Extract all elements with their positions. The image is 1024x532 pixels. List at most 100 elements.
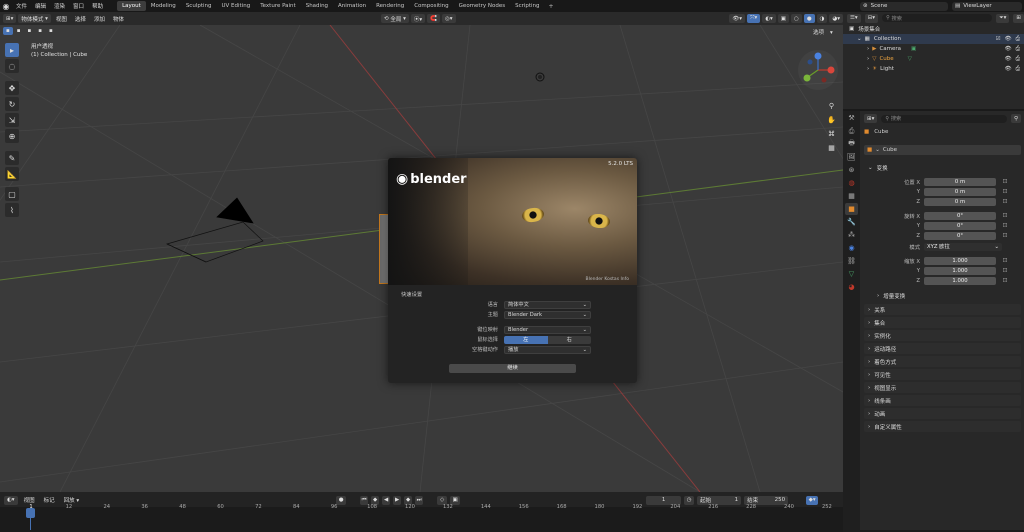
scale-x-field[interactable]: 1.000 bbox=[924, 256, 996, 265]
new-collection-icon[interactable]: ⊞ bbox=[1013, 13, 1024, 23]
mouse-left-button[interactable]: 左 bbox=[504, 335, 548, 344]
snap-button[interactable]: 🧲 bbox=[427, 14, 440, 23]
lock-icon[interactable]: ⊡ bbox=[1000, 257, 1010, 264]
play-icon[interactable]: ▶ bbox=[393, 495, 402, 505]
timeline-menu-view[interactable]: 视图 bbox=[21, 496, 38, 504]
move-tool-icon[interactable]: ✥ bbox=[5, 81, 19, 95]
display-mode-button[interactable]: ⊟▾ bbox=[864, 13, 879, 23]
outliner-cube-row[interactable]: › ▽ Cube ▽ 👁 ⎙ bbox=[843, 54, 1024, 64]
tab-shading[interactable]: Shading bbox=[301, 1, 333, 11]
panel-visibility[interactable]: › 可见性 bbox=[864, 369, 1021, 380]
transform-orientation[interactable]: ⟲ 全局 ▾ bbox=[380, 14, 409, 23]
overlay-button[interactable]: ◐▾ bbox=[762, 14, 776, 23]
select-extend-button[interactable]: ▪ bbox=[13, 27, 24, 35]
constraints-tab-icon[interactable]: ⛓ bbox=[845, 255, 858, 267]
outliner-camera-row[interactable]: › ▶ Camera ▣ 👁 ⎙ bbox=[843, 44, 1024, 54]
tab-compositing[interactable]: Compositing bbox=[409, 1, 453, 11]
rotation-x-field[interactable]: 0° bbox=[924, 211, 996, 220]
tab-scripting[interactable]: Scripting bbox=[510, 1, 544, 11]
data-tab-icon[interactable]: ▽ bbox=[845, 268, 858, 280]
world-tab-icon[interactable]: ◍ bbox=[845, 177, 858, 189]
viewlayer-selector[interactable]: ▤ ViewLayer bbox=[952, 1, 1022, 11]
visibility-button[interactable]: 👁▾ bbox=[729, 14, 746, 23]
shading-rendered-button[interactable]: ◕▾ bbox=[829, 14, 843, 23]
spacebar-select[interactable]: 播放 ⌄ bbox=[504, 345, 591, 354]
rotation-y-field[interactable]: 0° bbox=[924, 221, 996, 230]
blender-logo-icon[interactable]: ◉ bbox=[0, 0, 12, 12]
tool-tab-icon[interactable]: ⚒ bbox=[845, 112, 858, 124]
lock-icon[interactable]: ⊡ bbox=[1000, 178, 1010, 185]
tab-modeling[interactable]: Modeling bbox=[146, 1, 181, 11]
camera-view-icon[interactable]: ⌘ bbox=[826, 128, 837, 139]
scene-selector[interactable]: ⊛ Scene bbox=[860, 1, 948, 11]
menu-help[interactable]: 帮助 bbox=[88, 2, 107, 10]
rotation-z-field[interactable]: 0° bbox=[924, 231, 996, 240]
zoom-icon[interactable]: ⚲ bbox=[826, 100, 837, 111]
timeline-editor-button[interactable]: ◐▾ bbox=[4, 495, 18, 505]
camera-render-icon[interactable]: ⎙ bbox=[1016, 56, 1020, 63]
tab-animation[interactable]: Animation bbox=[333, 1, 371, 11]
outliner-root-row[interactable]: ▣ 场景集合 bbox=[843, 24, 1024, 34]
pivot-button[interactable]: ⦿▾ bbox=[410, 14, 426, 23]
menu-add[interactable]: 添加 bbox=[91, 15, 108, 23]
output-tab-icon[interactable]: 🖶 bbox=[845, 138, 858, 150]
location-x-field[interactable]: 0 m bbox=[924, 177, 996, 186]
modifier-tab-icon[interactable]: 🔧 bbox=[845, 216, 858, 228]
transform-panel-header[interactable]: ⌄ 变换 bbox=[864, 162, 1021, 173]
menu-render[interactable]: 渲染 bbox=[50, 2, 69, 10]
object-tab-icon[interactable]: ■ bbox=[845, 203, 858, 215]
navigation-gizmo[interactable] bbox=[796, 48, 840, 92]
scene-tab-icon[interactable]: ⊛ bbox=[845, 164, 858, 176]
grid-toggle-icon[interactable]: ▦ bbox=[826, 142, 837, 153]
timeline-menu-playback[interactable]: 回放 ▾ bbox=[61, 496, 83, 504]
eye-icon[interactable]: 👁 bbox=[1005, 56, 1012, 62]
shading-wireframe-button[interactable]: ○ bbox=[791, 14, 802, 23]
outliner-search[interactable]: ⚲ 搜索 bbox=[882, 14, 993, 22]
xray-button[interactable]: ▣ bbox=[777, 14, 789, 23]
gizmo-button[interactable]: ⤧▾ bbox=[747, 14, 761, 23]
material-tab-icon[interactable]: ◕ bbox=[845, 281, 858, 293]
lock-icon[interactable]: ⊡ bbox=[1000, 188, 1010, 195]
pan-hand-icon[interactable]: ✋ bbox=[826, 114, 837, 125]
lock-icon[interactable]: ⊡ bbox=[1000, 212, 1010, 219]
lock-icon[interactable]: ⊡ bbox=[1000, 277, 1010, 284]
menu-file[interactable]: 文件 bbox=[12, 2, 31, 10]
panel-motion-paths[interactable]: › 运动路径 bbox=[864, 343, 1021, 354]
tab-sculpting[interactable]: Sculpting bbox=[181, 1, 217, 11]
panel-viewport-display[interactable]: › 视图显示 bbox=[864, 382, 1021, 393]
lock-icon[interactable]: ⊡ bbox=[1000, 222, 1010, 229]
outliner-light-row[interactable]: › ☀ Light 👁 ⎙ bbox=[843, 64, 1024, 74]
outliner-editor-button[interactable]: ☰▾ bbox=[847, 13, 861, 23]
lock-icon[interactable]: ⊡ bbox=[1000, 232, 1010, 239]
eye-icon[interactable]: 👁 bbox=[1005, 66, 1012, 72]
shear-tool-icon[interactable]: ⌇ bbox=[5, 203, 19, 217]
cursor-tool-icon[interactable]: ◌ bbox=[5, 59, 19, 73]
select-new-button[interactable]: ▪ bbox=[3, 27, 13, 35]
panel-relations[interactable]: › 关系 bbox=[864, 304, 1021, 315]
rotate-tool-icon[interactable]: ↻ bbox=[5, 97, 19, 111]
panel-shading[interactable]: › 着色方式 bbox=[864, 356, 1021, 367]
start-frame-field[interactable]: 起始 1 bbox=[697, 495, 742, 505]
record-button[interactable]: ● bbox=[336, 495, 347, 505]
tab-uv-editing[interactable]: UV Editing bbox=[217, 1, 256, 11]
menu-edit[interactable]: 编辑 bbox=[31, 2, 50, 10]
timeline-ruler[interactable]: 1 12 24 36 48 60 72 84 96 108 120 132 144 156 168 180 19… bbox=[0, 504, 843, 530]
tab-rendering[interactable]: Rendering bbox=[371, 1, 409, 11]
properties-editor-button[interactable]: ⊞▾ bbox=[864, 114, 878, 123]
theme-select[interactable]: Blender Dark ⌄ bbox=[504, 310, 591, 319]
keying-set-icon[interactable]: ◆▾ bbox=[806, 495, 819, 505]
object-name-field[interactable]: ■ ⌄ Cube bbox=[864, 145, 1021, 155]
annotate-tool-icon[interactable]: ✎ bbox=[5, 151, 19, 165]
outliner-collection-row[interactable]: ⌄ ▦ Collection ☑ 👁 ⎙ bbox=[843, 34, 1024, 44]
pin-icon[interactable]: ⚲ bbox=[1010, 114, 1021, 123]
properties-search[interactable]: ⚲ 搜索 bbox=[881, 114, 1007, 123]
camera-render-icon[interactable]: ⎙ bbox=[1016, 46, 1020, 53]
scale-z-field[interactable]: 1.000 bbox=[924, 276, 996, 285]
filter-icon[interactable]: ⏷▾ bbox=[996, 13, 1010, 23]
panel-collections[interactable]: › 集合 bbox=[864, 317, 1021, 328]
camera-render-icon[interactable]: ⎙ bbox=[1016, 66, 1020, 73]
camera-render-icon[interactable]: ⎙ bbox=[1016, 36, 1020, 43]
delta-transform-header[interactable]: › 增量变换 bbox=[873, 290, 1021, 301]
jump-end-icon[interactable]: ⏭ bbox=[415, 495, 424, 505]
select-invert-button[interactable]: ▪ bbox=[35, 27, 45, 35]
